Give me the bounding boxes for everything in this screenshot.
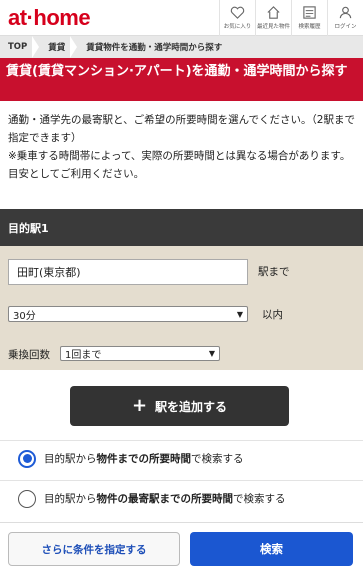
radio-label-bold: 物件までの所要時間 [96, 453, 192, 465]
radio-label-suffix: で検索する [233, 493, 286, 505]
radio-label-prefix: 目的駅から [44, 453, 97, 465]
add-station-label: 駅を追加する [155, 399, 228, 414]
house-icon [267, 6, 280, 19]
transfer-count-value: 1回まで [65, 350, 102, 361]
radio-label: 目的駅から物件の最寄駅までの所要時間で検索する [44, 491, 286, 506]
heart-icon [230, 6, 245, 19]
header-icons: お気に入り 最近見た物件 検索履歴 ログイン [219, 0, 363, 36]
time-suffix-label: 以内 [262, 309, 283, 321]
chevron-down-icon: ▼ [236, 309, 243, 319]
more-conditions-button[interactable]: さらに条件を指定する [8, 532, 180, 566]
transfer-label: 乗換回数 [8, 349, 50, 361]
radio-button-checked[interactable] [18, 449, 36, 468]
plus-icon: + [131, 395, 148, 416]
intro-line-1: 通勤・通学先の最寄駅と、ご希望の所要時間を選んでください。（2駅まで指定できます… [8, 114, 355, 144]
add-station-button[interactable]: + 駅を追加する [70, 386, 289, 426]
breadcrumb-current: 賃貸物件を通勤・通学時間から探す [86, 43, 223, 53]
radio-button-unchecked[interactable] [18, 489, 36, 508]
travel-time-value: 30分 [13, 310, 36, 322]
breadcrumb: TOP 賃貸 賃貸物件を通勤・通学時間から探す [0, 36, 363, 58]
breadcrumb-rent[interactable]: 賃貸 [39, 36, 78, 58]
destination-station-panel: 田町(東京都) 駅まで 30分 ▼ 以内 乗換回数 1回まで ▼ [0, 246, 363, 370]
radio-label-prefix: 目的駅から [44, 493, 97, 505]
bottom-action-bar: さらに条件を指定する 検索 [0, 522, 363, 572]
recent-label: 最近見た物件 [256, 24, 290, 30]
site-header: at·home お気に入り 最近見た物件 検索履歴 ログイン [0, 0, 363, 36]
radio-label: 目的駅から物件までの所要時間で検索する [44, 451, 244, 466]
destination-station-heading: 目的駅1 [0, 209, 363, 246]
radio-option-property-time[interactable]: 目的駅から物件までの所要時間で検索する [0, 440, 363, 476]
login-label: ログイン [334, 24, 357, 30]
travel-time-select[interactable]: 30分 ▼ [8, 306, 248, 322]
radio-label-bold: 物件の最寄駅までの所要時間 [96, 493, 234, 505]
station-input[interactable]: 田町(東京都) [8, 259, 248, 285]
search-history-button[interactable]: 検索履歴 [291, 0, 327, 36]
user-icon [339, 6, 352, 19]
history-icon [303, 6, 316, 19]
search-button[interactable]: 検索 [190, 532, 353, 566]
login-button[interactable]: ログイン [327, 0, 363, 36]
page-title: 賃貸(賃貸マンション·アパート)を通勤・通学時間から探す [0, 58, 363, 101]
intro-line-2: ※乗車する時間帯によって、実際の所要時間とは異なる場合があります。目安としてご利… [8, 150, 351, 180]
history-label: 検索履歴 [298, 24, 321, 30]
breadcrumb-top[interactable]: TOP [0, 36, 40, 58]
radio-label-suffix: で検索する [191, 453, 244, 465]
favorites-label: お気に入り [223, 24, 252, 30]
station-suffix-label: 駅まで [258, 266, 290, 278]
chevron-down-icon: ▼ [208, 349, 215, 358]
transfer-count-select[interactable]: 1回まで ▼ [60, 346, 220, 361]
athome-logo[interactable]: at·home [0, 5, 219, 31]
radio-option-nearest-station-time[interactable]: 目的駅から物件の最寄駅までの所要時間で検索する [0, 480, 363, 516]
favorites-button[interactable]: お気に入り [219, 0, 255, 36]
recent-viewed-button[interactable]: 最近見た物件 [255, 0, 291, 36]
